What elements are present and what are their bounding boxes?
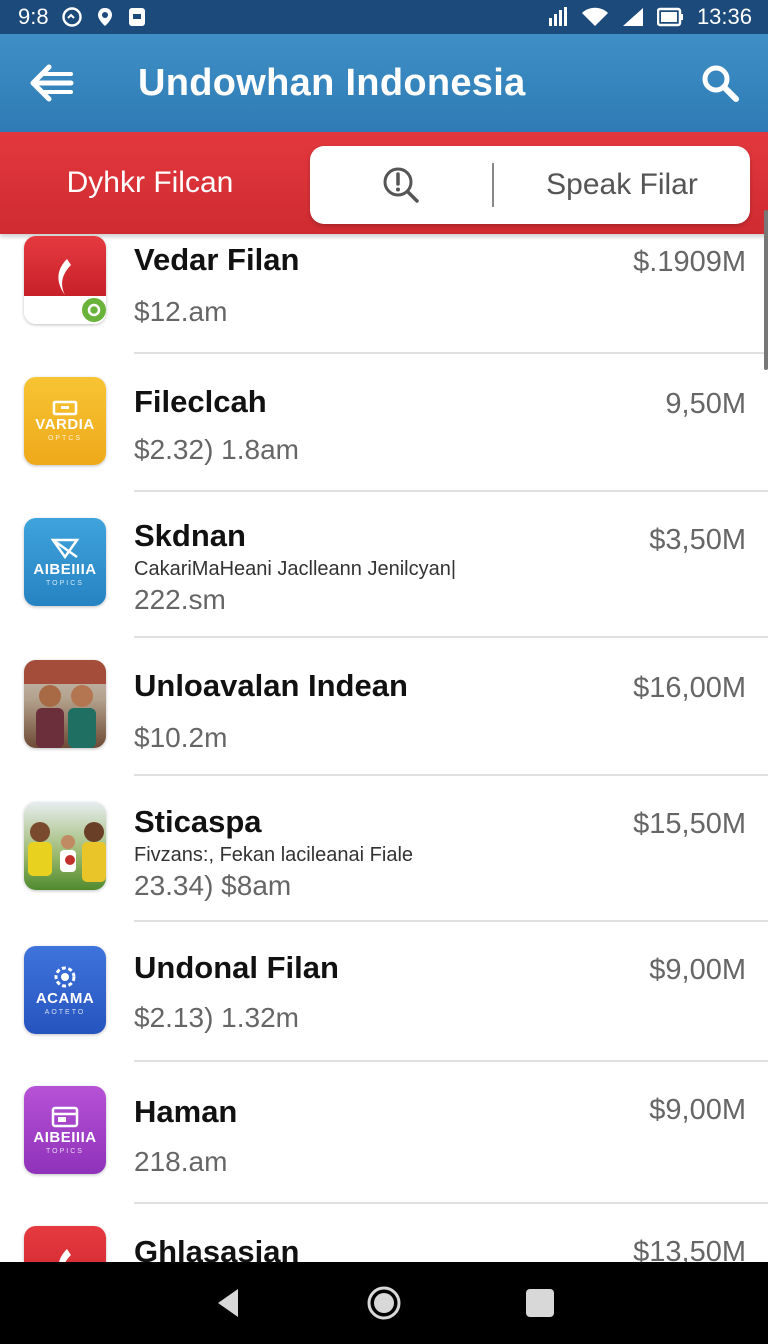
yellow-app-icon: VARDIA OPTCS	[24, 377, 106, 465]
item-amount: $9,00M	[649, 1094, 746, 1126]
scrollbar[interactable]	[764, 210, 768, 370]
list-item[interactable]: VARDIA OPTCS Fileclcah $2.32) 1.8am 9,50…	[0, 354, 768, 492]
red-app-icon	[24, 1226, 106, 1262]
item-detail: 222.sm	[134, 584, 226, 615]
item-detail: $10.2m	[134, 722, 228, 753]
item-subtitle: Fivzans:, Fekan lacileanai Fiale	[134, 844, 414, 866]
list-item[interactable]: AIBEIIIA TOPICS Haman 218.am $9,00M	[0, 1062, 768, 1204]
item-amount: $3,50M	[649, 524, 746, 556]
battery-icon	[656, 6, 685, 28]
item-amount: 9,50M	[665, 388, 746, 420]
item-amount: $13,50M	[633, 1236, 746, 1262]
red-app-icon	[24, 236, 106, 324]
item-amount: $.1909M	[633, 246, 746, 278]
nav-bar	[0, 1262, 768, 1344]
tab-speak-filar[interactable]: Speak Filar	[494, 168, 750, 202]
list-item[interactable]: Sticaspa Fivzans:, Fekan lacileanai Fial…	[0, 776, 768, 922]
item-name: Ghlasasian	[134, 1234, 300, 1262]
list-item[interactable]: Vedar Filan $12.am $.1909M	[0, 234, 768, 354]
item-detail: $2.13) 1.32m	[134, 1002, 299, 1033]
purple-app-icon: AIBEIIIA TOPICS	[24, 1086, 106, 1174]
list-item[interactable]: Ghlasasian $13,50M	[0, 1204, 768, 1262]
item-detail: 218.am	[134, 1146, 228, 1177]
acama-app-icon: ACAMA AOTETO	[24, 946, 106, 1034]
home-nav-icon[interactable]	[360, 1279, 408, 1327]
back-arrow-icon[interactable]	[28, 59, 76, 107]
filter-pill[interactable]: Speak Filar	[310, 146, 750, 224]
status-time-right: 13:36	[696, 4, 752, 29]
sync-icon	[61, 6, 83, 28]
app-bar: Undowhan Indonesia	[0, 34, 768, 132]
signal-icon	[621, 6, 645, 28]
item-amount: $15,50M	[633, 808, 746, 840]
notification-icon	[127, 6, 147, 28]
item-subtitle: CakariMaHeani Jaclleann Jenilcyan|	[134, 558, 457, 580]
tab-strip: Dyhkr Filcan Speak Filar	[0, 132, 768, 234]
page-title: Undowhan Indonesia	[138, 61, 526, 104]
status-bar: 9:8 13:36	[0, 0, 768, 34]
item-detail: 23.34) $8am	[134, 870, 292, 901]
item-amount: $9,00M	[649, 954, 746, 986]
app-list: Vedar Filan $12.am $.1909M VARDIA OPTCS …	[0, 234, 768, 1262]
item-name: Vedar Filan	[134, 242, 300, 277]
back-nav-icon[interactable]	[204, 1279, 252, 1327]
item-detail: $12.am	[134, 296, 228, 327]
location-icon	[95, 6, 115, 28]
cellular-data-icon	[547, 6, 569, 28]
search-icon[interactable]	[696, 59, 744, 107]
item-amount: $16,00M	[633, 672, 746, 704]
item-name: Haman	[134, 1094, 238, 1129]
item-detail: $2.32) 1.8am	[134, 434, 299, 465]
list-item[interactable]: Unloavalan Indean $10.2m $16,00M	[0, 638, 768, 776]
item-name: Unloavalan Indean	[134, 668, 408, 703]
status-time-left: 9:8	[18, 4, 49, 29]
search-alert-icon[interactable]	[310, 146, 492, 224]
recents-nav-icon[interactable]	[516, 1279, 564, 1327]
item-name: Sticaspa	[134, 804, 262, 839]
wifi-icon	[581, 6, 609, 28]
item-name: Undonal Filan	[134, 950, 339, 985]
tab-active[interactable]: Dyhkr Filcan	[0, 132, 300, 234]
people-photo-icon	[24, 660, 106, 748]
list-item[interactable]: AIBEIIIA TOPICS Skdnan CakariMaHeani Jac…	[0, 492, 768, 638]
item-name: Skdnan	[134, 518, 246, 553]
item-name: Fileclcah	[134, 384, 267, 419]
blue-app-icon: AIBEIIIA TOPICS	[24, 518, 106, 606]
list-item[interactable]: ACAMA AOTETO Undonal Filan $2.13) 1.32m …	[0, 922, 768, 1062]
football-photo-icon	[24, 802, 106, 890]
